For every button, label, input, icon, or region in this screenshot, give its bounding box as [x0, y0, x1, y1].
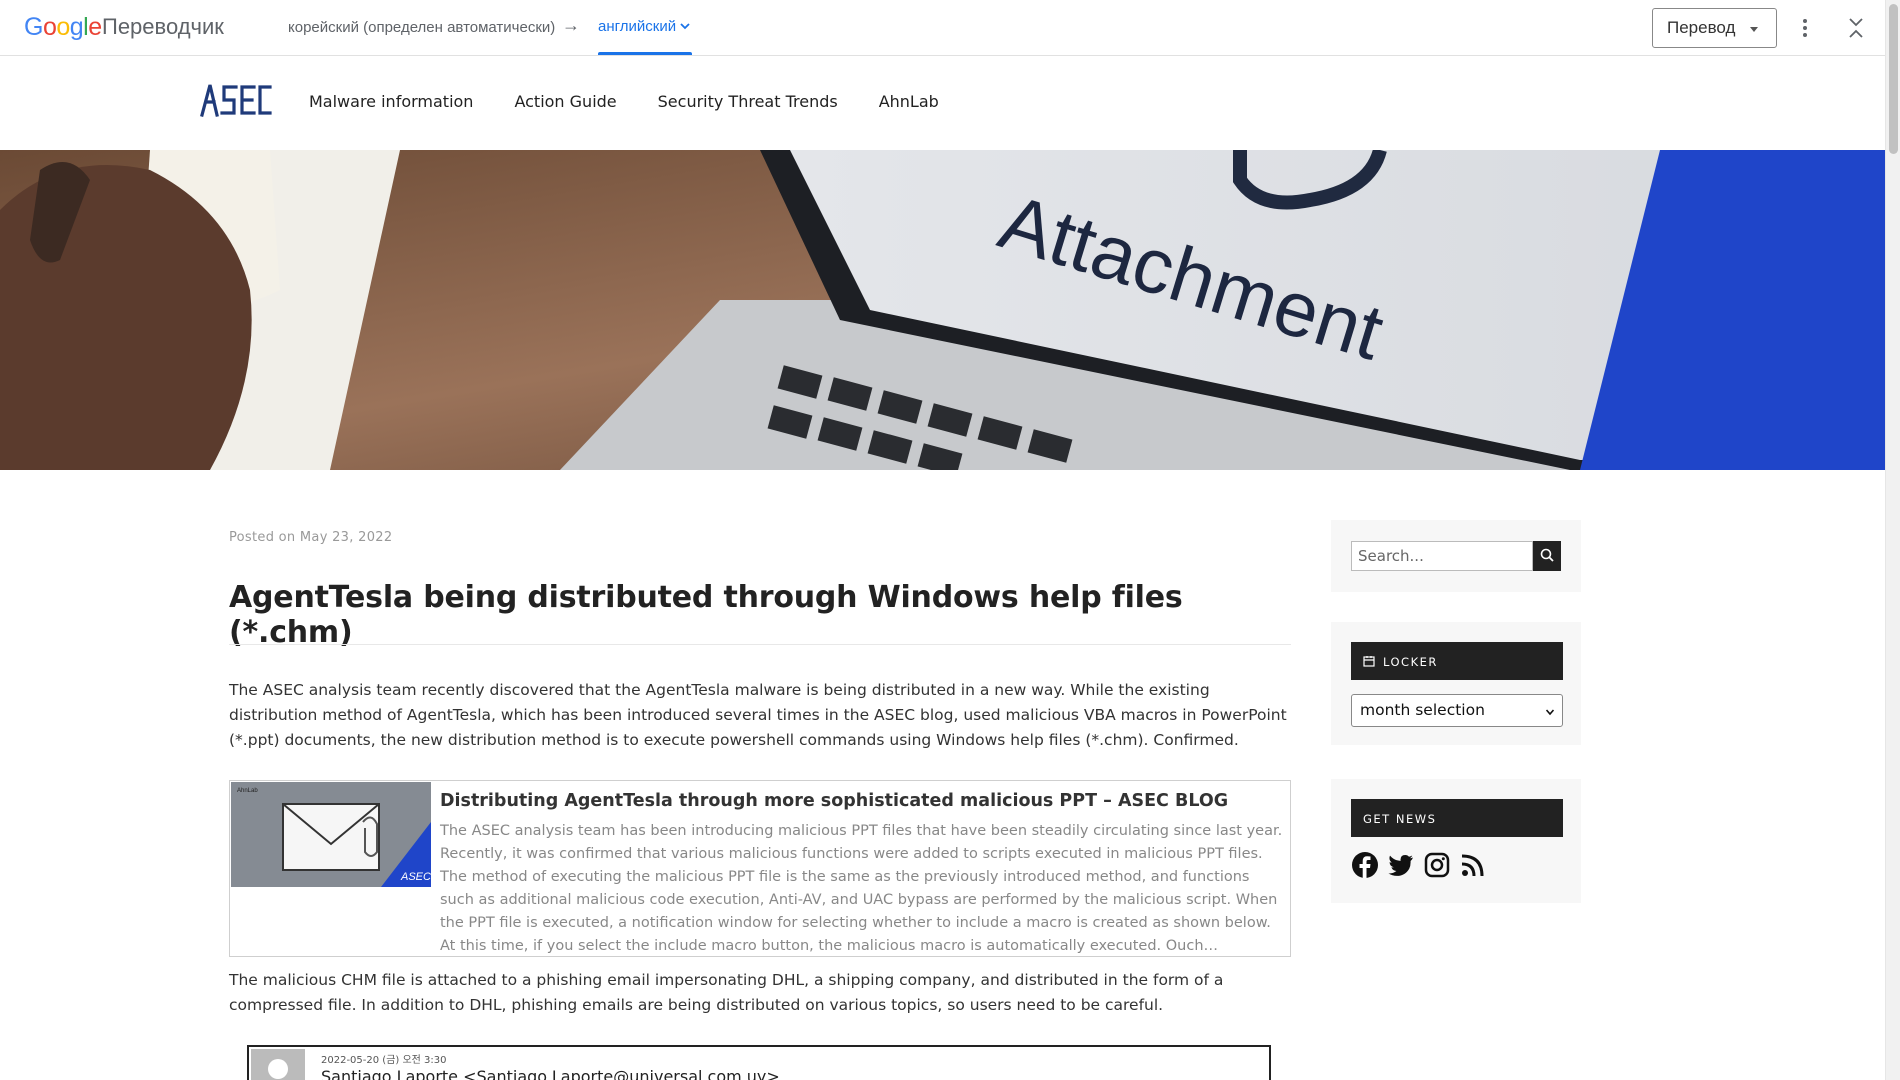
- search-icon: [1540, 548, 1554, 562]
- email-date: 2022-05-20 (금) 오전 3:30: [321, 1055, 447, 1066]
- main-navigation: Malware information Action Guide Securit…: [309, 92, 980, 111]
- post-paragraph-2: The malicious CHM file is attached to a …: [229, 971, 1224, 1014]
- linked-article-excerpt: The ASEC analysis team has been introduc…: [440, 823, 1283, 954]
- sender-avatar: [251, 1049, 305, 1080]
- caret-down-icon: [1750, 27, 1758, 32]
- collapse-bar-icon[interactable]: [1846, 16, 1866, 40]
- twitter-icon[interactable]: [1387, 851, 1415, 879]
- translator-product-name: Переводчик: [102, 14, 224, 39]
- month-select[interactable]: month selection: [1351, 694, 1563, 727]
- search-input[interactable]: Search...: [1351, 541, 1533, 571]
- facebook-icon[interactable]: [1351, 851, 1379, 879]
- scrollbar-thumb[interactable]: [1889, 4, 1898, 154]
- svg-text:AhnLab: AhnLab: [237, 788, 258, 794]
- phishing-email-screenshot: 2022-05-20 (금) 오전 3:30 Santiago Laporte …: [247, 1045, 1271, 1080]
- locker-header: LOCKER: [1351, 642, 1563, 680]
- linked-article-title[interactable]: Distributing AgentTesla through more sop…: [440, 791, 1228, 811]
- instagram-icon[interactable]: [1423, 851, 1451, 879]
- search-widget: Search...: [1331, 520, 1581, 592]
- rss-icon[interactable]: [1459, 851, 1487, 879]
- post-paragraph: The ASEC analysis team recently discover…: [229, 681, 1287, 749]
- site-header: Malware information Action Guide Securit…: [0, 57, 1885, 150]
- nav-malware-information[interactable]: Malware information: [309, 92, 473, 111]
- locker-widget: LOCKER month selection: [1331, 622, 1581, 745]
- linked-article-card[interactable]: AhnLab ASEC Distributing AgentTesla thro…: [229, 780, 1291, 957]
- search-button[interactable]: [1533, 541, 1561, 571]
- post-title: AgentTesla being distributed through Win…: [229, 580, 1183, 650]
- email-sender: Santiago Laporte <Santiago.Laporte@unive…: [321, 1067, 780, 1080]
- target-language-tab[interactable]: английский: [598, 18, 676, 35]
- source-language-tab[interactable]: корейский (определен автоматически): [288, 19, 555, 36]
- news-widget: GET NEWS: [1331, 779, 1581, 903]
- news-header: GET NEWS: [1351, 799, 1563, 837]
- title-divider: [229, 644, 1291, 645]
- nav-ahnlab[interactable]: AhnLab: [879, 92, 939, 111]
- social-links: [1351, 851, 1487, 879]
- active-tab-indicator: [598, 52, 692, 55]
- asec-logo[interactable]: [200, 83, 272, 117]
- chevron-down-icon: [1546, 709, 1554, 716]
- hero-banner: Attachment: [0, 150, 1885, 470]
- google-logo[interactable]: Google: [24, 13, 102, 42]
- nav-security-threat-trends[interactable]: Security Threat Trends: [658, 92, 838, 111]
- more-options-icon[interactable]: [1797, 16, 1813, 40]
- nav-action-guide[interactable]: Action Guide: [514, 92, 616, 111]
- language-arrow: →: [562, 15, 580, 35]
- hero-image: Attachment: [0, 150, 1885, 470]
- page-scrollbar[interactable]: [1885, 0, 1900, 1080]
- translate-mode-label: Перевод: [1667, 18, 1736, 37]
- linked-article-thumbnail[interactable]: AhnLab ASEC: [231, 782, 431, 887]
- calendar-icon: [1363, 656, 1375, 667]
- month-select-value: month selection: [1360, 701, 1485, 719]
- svg-text:ASEC: ASEC: [400, 871, 431, 883]
- google-translate-bar: Google Переводчик корейский (определен а…: [0, 0, 1885, 56]
- post-date: Posted on May 23, 2022: [229, 530, 393, 545]
- chevron-down-icon[interactable]: [680, 21, 690, 31]
- translate-mode-button[interactable]: Перевод: [1652, 8, 1777, 48]
